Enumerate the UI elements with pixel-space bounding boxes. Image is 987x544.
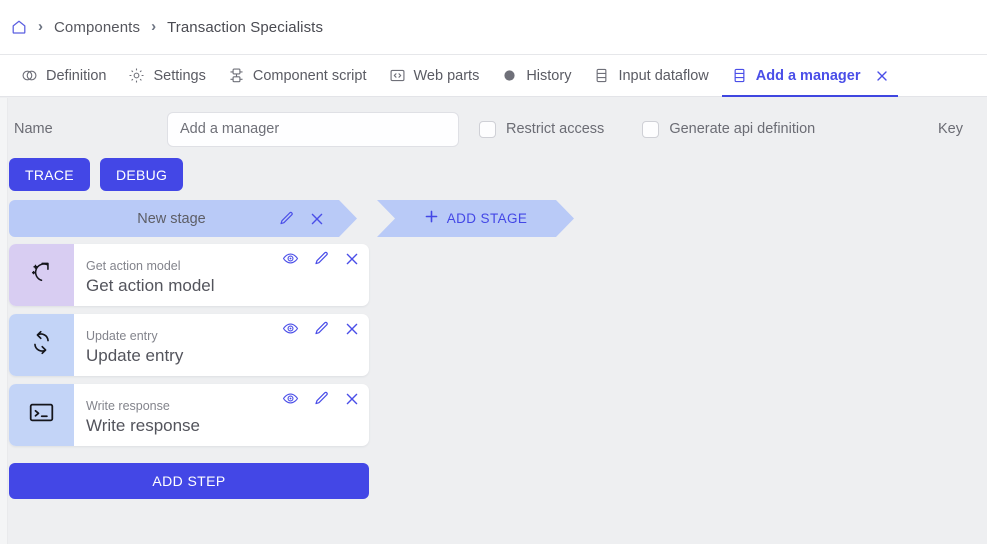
- checkbox-box: [642, 120, 660, 138]
- debug-button[interactable]: DEBUG: [99, 158, 184, 191]
- step-card-update-entry[interactable]: Update entry Update entry: [9, 314, 369, 376]
- add-step-button[interactable]: ADD STEP: [9, 463, 369, 499]
- contrast-icon: [21, 67, 38, 84]
- tab-label: Definition: [46, 67, 107, 84]
- close-icon[interactable]: [875, 69, 889, 83]
- trace-debug-button-row: TRACE DEBUG: [9, 158, 184, 191]
- stage-actions: [278, 210, 325, 227]
- eye-icon[interactable]: [282, 250, 299, 267]
- component-settings-row: Name Restrict access Generate api defini…: [0, 98, 987, 160]
- component-editor-page: › Components › Transaction Specialists D…: [0, 0, 987, 544]
- step-card-write-response[interactable]: Write response Write response: [9, 384, 369, 446]
- terminal-icon: [28, 399, 55, 431]
- trace-button[interactable]: TRACE: [9, 158, 90, 191]
- tab-definition[interactable]: Definition: [10, 55, 117, 96]
- restrict-access-checkbox[interactable]: Restrict access: [479, 120, 605, 138]
- step-title: Update entry: [86, 346, 184, 366]
- close-icon[interactable]: [344, 251, 360, 267]
- close-icon[interactable]: [344, 321, 360, 337]
- add-stage-label: ADD STAGE: [446, 211, 528, 226]
- breadcrumb-item-components[interactable]: Components: [54, 19, 140, 36]
- home-icon[interactable]: [11, 19, 27, 35]
- tab-label: Input dataflow: [618, 67, 709, 84]
- step-icon-container: [9, 244, 74, 306]
- name-label: Name: [14, 121, 53, 137]
- tab-label: History: [526, 67, 572, 84]
- breadcrumb-separator-1: ›: [38, 18, 43, 35]
- tab-component-script[interactable]: Component script: [217, 55, 378, 96]
- checkbox-box: [479, 120, 496, 138]
- step-icon-container: [9, 384, 74, 446]
- step-actions: [282, 250, 360, 267]
- pencil-icon[interactable]: [313, 390, 330, 407]
- stage-bar: New stage ADD STAGE: [9, 200, 574, 237]
- pencil-icon[interactable]: [313, 320, 330, 337]
- tab-add-a-manager[interactable]: Add a manager: [720, 55, 900, 97]
- step-list: Get action model Get action model Update…: [9, 244, 369, 499]
- pencil-icon[interactable]: [313, 250, 330, 267]
- add-stage-button[interactable]: ADD STAGE: [377, 200, 574, 237]
- pencil-icon[interactable]: [278, 210, 295, 227]
- gear-icon: [128, 67, 145, 84]
- step-actions: [282, 390, 360, 407]
- tab-label: Add a manager: [755, 67, 861, 84]
- tab-label: Component script: [252, 67, 367, 84]
- tab-input-dataflow[interactable]: Input dataflow: [582, 55, 719, 96]
- code-brackets-icon: [389, 67, 406, 84]
- step-actions: [282, 320, 360, 337]
- breadcrumb: › Components › Transaction Specialists: [0, 0, 987, 55]
- step-title: Get action model: [86, 276, 215, 296]
- generate-api-definition-checkbox[interactable]: Generate api definition: [642, 120, 816, 138]
- breadcrumb-separator-2: ›: [151, 18, 157, 35]
- step-title: Write response: [86, 416, 201, 436]
- plus-icon: [424, 209, 439, 229]
- stage-name-label: New stage: [137, 210, 206, 227]
- tab-settings[interactable]: Settings: [117, 55, 216, 96]
- step-body: Update entry Update entry: [74, 314, 369, 376]
- stage-chip-new-stage[interactable]: New stage: [9, 200, 357, 237]
- dataflow-icon: [593, 67, 610, 84]
- tab-history[interactable]: History: [490, 55, 582, 96]
- name-input[interactable]: [167, 111, 459, 147]
- step-body: Get action model Get action model: [74, 244, 369, 306]
- sync-arrows-icon: [28, 329, 55, 361]
- step-body: Write response Write response: [74, 384, 369, 446]
- circle-filled-icon: [501, 67, 518, 84]
- step-icon-container: [9, 314, 74, 376]
- sparkle-arrow-icon: [28, 259, 55, 291]
- plugin-icon: [228, 67, 245, 84]
- dataflow-icon: [731, 67, 748, 84]
- left-gutter: [0, 98, 8, 544]
- restrict-access-label: Restrict access: [506, 121, 605, 137]
- tab-label: Web parts: [413, 67, 480, 84]
- tab-web-parts[interactable]: Web parts: [378, 55, 491, 96]
- breadcrumb-item-transaction-specialists[interactable]: Transaction Specialists: [167, 19, 323, 36]
- tab-label: Settings: [153, 67, 206, 84]
- key-label: Key: [938, 121, 963, 137]
- close-icon[interactable]: [309, 211, 325, 227]
- close-icon[interactable]: [344, 391, 360, 407]
- step-card-get-action-model[interactable]: Get action model Get action model: [9, 244, 369, 306]
- eye-icon[interactable]: [282, 390, 299, 407]
- eye-icon[interactable]: [282, 320, 299, 337]
- tab-bar: Definition Settings Component script Web…: [0, 55, 987, 97]
- generate-api-definition-label: Generate api definition: [669, 121, 816, 137]
